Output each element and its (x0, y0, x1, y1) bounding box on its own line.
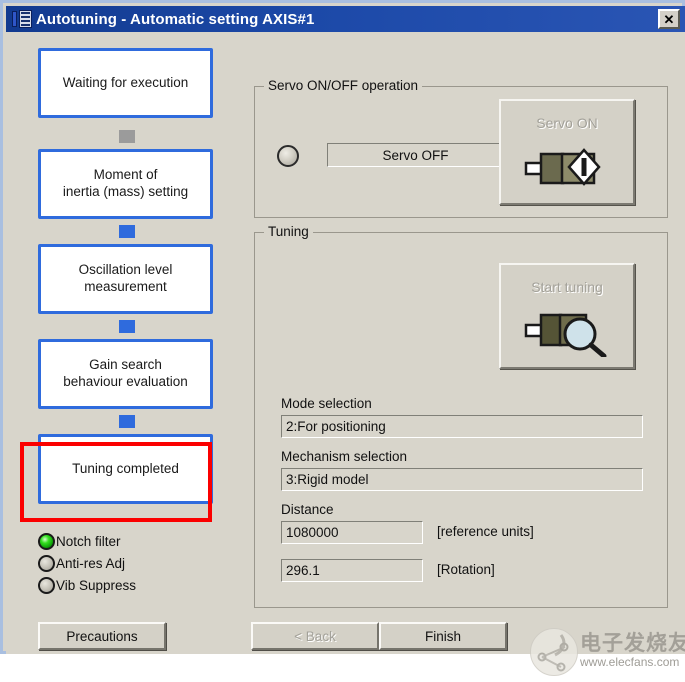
group-title: Tuning (264, 224, 313, 239)
filter-indicator-list: Notch filter Anti-res Adj Vib Suppress (38, 530, 228, 596)
indicator-notch-filter: Notch filter (38, 530, 228, 552)
flow-connector-1 (119, 130, 135, 143)
tuning-flow-panel: Waiting for execution Moment of inertia … (16, 48, 238, 608)
back-button[interactable]: < Back (251, 622, 379, 650)
start-tuning-button-label: Start tuning (531, 279, 603, 295)
distance-reference-units-unit: [reference units] (437, 524, 534, 539)
watermark-logo-icon (530, 628, 578, 676)
flow-connector-3 (119, 320, 135, 333)
distance-label: Distance (281, 502, 334, 517)
flow-connector-4 (119, 415, 135, 428)
indicator-label: Vib Suppress (56, 577, 137, 593)
finish-button[interactable]: Finish (379, 622, 507, 650)
app-icon (12, 10, 32, 28)
distance-rotation-field[interactable]: 296.1 (281, 559, 423, 582)
servo-status-field: Servo OFF (327, 143, 504, 167)
indicator-label: Anti-res Adj (56, 555, 126, 571)
window-title: Autotuning - Automatic setting AXIS#1 (36, 10, 315, 28)
watermark-url: www.elecfans.com (580, 655, 680, 669)
led-off-icon (38, 554, 55, 572)
servo-on-button[interactable]: Servo ON (499, 99, 635, 205)
distance-reference-units-field[interactable]: 1080000 (281, 521, 423, 544)
group-title: Servo ON/OFF operation (264, 78, 423, 93)
servo-operation-group: Servo ON/OFF operation Servo OFF Servo O… (254, 78, 668, 218)
flow-connector-2 (119, 225, 135, 238)
watermark-brand: 电子发烧友 (580, 632, 685, 655)
current-step-highlight (20, 442, 212, 522)
mechanism-selection-label: Mechanism selection (281, 449, 408, 464)
distance-rotation-unit: [Rotation] (437, 562, 495, 577)
indicator-vib-suppress: Vib Suppress (38, 574, 228, 596)
flow-step-label: Oscillation level measurement (78, 262, 173, 294)
close-icon[interactable]: ✕ (658, 9, 680, 29)
servo-motor-power-icon (501, 141, 633, 193)
mode-selection-label: Mode selection (281, 396, 372, 411)
mode-selection-field[interactable]: 2:For positioning (281, 415, 643, 438)
precautions-button[interactable]: Precautions (38, 622, 166, 650)
flow-step-label: Gain search behaviour evaluation (63, 357, 188, 389)
indicator-label: Notch filter (56, 533, 121, 549)
led-off-icon (38, 576, 55, 594)
servo-on-button-label: Servo ON (536, 115, 598, 131)
mechanism-selection-field[interactable]: 3:Rigid model (281, 468, 643, 491)
tuning-group: Tuning Start tuning Mode selection 2:For… (254, 224, 668, 608)
flow-step-waiting-for-execution[interactable]: Waiting for execution (38, 48, 213, 118)
flow-step-gain-search[interactable]: Gain search behaviour evaluation (38, 339, 213, 409)
servo-motor-magnifier-icon (501, 305, 633, 357)
flow-step-label: Waiting for execution (62, 74, 189, 90)
servo-status-led-icon (277, 145, 299, 167)
start-tuning-button[interactable]: Start tuning (499, 263, 635, 369)
led-on-icon (38, 532, 55, 550)
autotuning-dialog: Autotuning - Automatic setting AXIS#1 ✕ … (0, 0, 685, 676)
flow-step-moment-of-inertia[interactable]: Moment of inertia (mass) setting (38, 149, 213, 219)
indicator-anti-res-adj: Anti-res Adj (38, 552, 228, 574)
dialog-client-area: Waiting for execution Moment of inertia … (6, 32, 685, 676)
flow-step-label: Moment of inertia (mass) setting (62, 167, 189, 199)
title-bar: Autotuning - Automatic setting AXIS#1 ✕ (6, 6, 685, 32)
watermark: 电子发烧友 www.elecfans.com (526, 624, 685, 680)
flow-step-oscillation-level[interactable]: Oscillation level measurement (38, 244, 213, 314)
